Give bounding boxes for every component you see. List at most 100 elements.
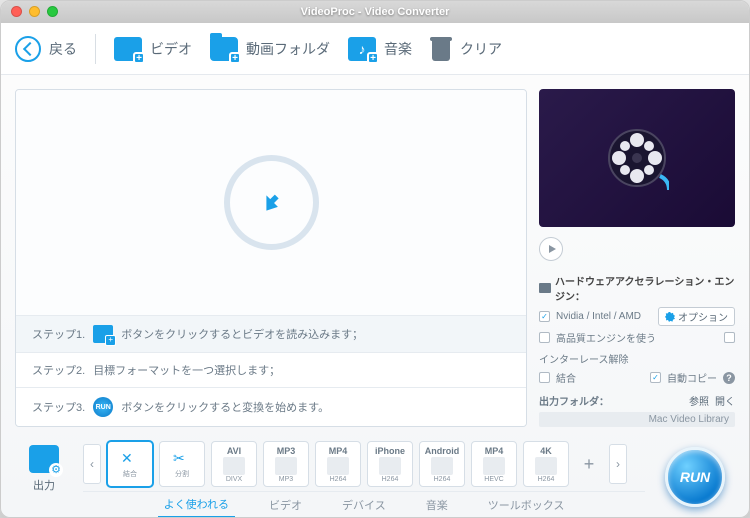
step3-text: ボタンをクリックすると変換を始めます。	[121, 399, 329, 415]
run-button[interactable]: RUN	[665, 447, 725, 507]
step-1: ステップ1. ボタンをクリックするとビデオを読み込みます；	[16, 315, 526, 352]
format-tile[interactable]: MP4 HEVC	[471, 441, 517, 487]
format-sub: DIVX	[226, 476, 242, 483]
format-sub: H264	[330, 476, 347, 483]
chevron-right-icon[interactable]: ›	[609, 444, 627, 484]
add-folder-button[interactable]: + 動画フォルダ	[210, 37, 330, 61]
autocopy-checkbox[interactable]	[650, 372, 661, 383]
film-reel-icon	[605, 126, 669, 190]
drop-zone[interactable]: ステップ1. ボタンをクリックするとビデオを読み込みます； ステップ2. 目標フ…	[15, 89, 527, 427]
output-label: 出力	[33, 477, 55, 493]
run-area: RUN	[655, 437, 735, 517]
format-sub: 結合	[123, 469, 137, 479]
upload-circle-icon	[224, 155, 319, 250]
hw-icon	[539, 283, 551, 293]
format-tile[interactable]: MP4 H264	[315, 441, 361, 487]
add-music-button[interactable]: + 音楽	[348, 37, 412, 61]
toolbar: 戻る + ビデオ + 動画フォルダ + 音楽 クリア	[1, 23, 749, 76]
gear-icon	[665, 312, 675, 322]
chevron-left-icon[interactable]: ‹	[83, 444, 101, 484]
hw-title: ハードウェアアクセラレーション・エンジン：	[555, 273, 735, 303]
option-button[interactable]: オプション	[658, 307, 735, 326]
clear-label: クリア	[460, 39, 502, 59]
format-tile[interactable]: MP3MP3	[263, 441, 309, 487]
deinterlace-label: インターレース解除	[539, 351, 629, 366]
tool-icon: ✂	[173, 450, 191, 468]
merge-label: 結合	[556, 370, 576, 385]
side-panel: ハードウェアアクセラレーション・エンジン： Nvidia / Intel / A…	[539, 89, 735, 427]
steps: ステップ1. ボタンをクリックするとビデオを読み込みます； ステップ2. 目標フ…	[16, 315, 526, 426]
tab-music[interactable]: 音楽	[420, 493, 454, 517]
drop-area	[16, 90, 526, 315]
format-tile[interactable]: Android H264	[419, 441, 465, 487]
help-icon[interactable]: ?	[723, 372, 735, 384]
format-sub: MP3	[279, 476, 293, 483]
format-icon	[327, 457, 349, 475]
formats-area: ‹ ✕結合✂分割AVIDIVXMP3MP3MP4H264iPhoneH264An…	[83, 437, 645, 517]
output-folder-path: Mac Video Library	[539, 412, 735, 427]
hw-heading: ハードウェアアクセラレーション・エンジン：	[539, 273, 735, 303]
format-main: Android	[425, 446, 460, 456]
nvidia-checkbox[interactable]	[539, 311, 550, 322]
format-sub: H264	[382, 476, 399, 483]
format-icon	[379, 457, 401, 475]
arrow-up-icon	[258, 190, 284, 216]
output-button[interactable]: 出力	[15, 437, 73, 517]
format-sub: H264	[538, 476, 555, 483]
preview-pane	[539, 89, 735, 227]
step1-text: ボタンをクリックするとビデオを読み込みます；	[121, 326, 363, 342]
format-main: 4K	[540, 446, 552, 456]
add-video-label: ビデオ	[150, 39, 192, 59]
window-title: VideoProc - Video Converter	[1, 6, 749, 18]
step-2: ステップ2. 目標フォーマットを一つ選択します；	[16, 352, 526, 387]
clear-button[interactable]: クリア	[430, 37, 502, 61]
format-sub: HEVC	[484, 476, 503, 483]
format-icon	[535, 457, 557, 475]
format-main: MP4	[329, 446, 348, 456]
app-window: VideoProc - Video Converter 戻る + ビデオ + 動…	[0, 0, 750, 518]
add-folder-label: 動画フォルダ	[246, 39, 330, 59]
add-video-button[interactable]: + ビデオ	[114, 37, 192, 61]
titlebar: VideoProc - Video Converter	[1, 1, 749, 23]
deinterlace-checkbox[interactable]	[724, 332, 735, 343]
format-tile[interactable]: 4K H264	[523, 441, 569, 487]
tab-toolbox[interactable]: ツールボックス	[482, 493, 571, 517]
hq-checkbox[interactable]	[539, 332, 550, 343]
format-icon	[483, 457, 505, 475]
video-add-icon	[93, 325, 113, 343]
format-icon	[223, 457, 245, 475]
merge-checkbox[interactable]	[539, 372, 550, 383]
autocopy-label: 自動コピー	[667, 370, 717, 385]
back-button[interactable]: 戻る	[15, 36, 77, 62]
format-strip: ‹ ✕結合✂分割AVIDIVXMP3MP3MP4H264iPhoneH264An…	[83, 437, 645, 491]
format-tile[interactable]: ✂分割	[159, 441, 205, 487]
main-area: ステップ1. ボタンをクリックするとビデオを読み込みます； ステップ2. 目標フ…	[1, 75, 749, 433]
output-folder-label: 出力フォルダ：	[539, 393, 609, 408]
folder-icon: +	[210, 37, 238, 61]
tab-popular[interactable]: よく使われる	[158, 492, 235, 518]
format-main: iPhone	[375, 446, 405, 456]
format-tile[interactable]: AVI DIVX	[211, 441, 257, 487]
format-icon	[275, 457, 297, 475]
trash-icon	[430, 37, 452, 61]
add-format-button[interactable]: +	[575, 441, 603, 487]
video-icon: +	[114, 37, 142, 61]
format-main: MP4	[485, 446, 504, 456]
format-tile[interactable]: iPhone H264	[367, 441, 413, 487]
tab-device[interactable]: デバイス	[336, 493, 392, 517]
format-tile[interactable]: ✕結合	[107, 441, 153, 487]
nvidia-label: Nvidia / Intel / AMD	[556, 311, 641, 322]
tab-video[interactable]: ビデオ	[263, 493, 308, 517]
separator	[95, 34, 96, 64]
play-button[interactable]	[539, 237, 563, 261]
open-button[interactable]: 開く	[715, 393, 735, 408]
hq-label: 高品質エンジンを使う	[556, 330, 656, 345]
format-main: AVI	[227, 446, 241, 456]
format-icon	[431, 457, 453, 475]
hw-panel: ハードウェアアクセラレーション・エンジン： Nvidia / Intel / A…	[539, 267, 735, 427]
browse-button[interactable]: 参照	[689, 393, 709, 408]
add-music-label: 音楽	[384, 39, 412, 59]
format-sub: H264	[434, 476, 451, 483]
option-label: オプション	[678, 309, 728, 324]
step2-text: 目標フォーマットを一つ選択します；	[93, 362, 280, 378]
